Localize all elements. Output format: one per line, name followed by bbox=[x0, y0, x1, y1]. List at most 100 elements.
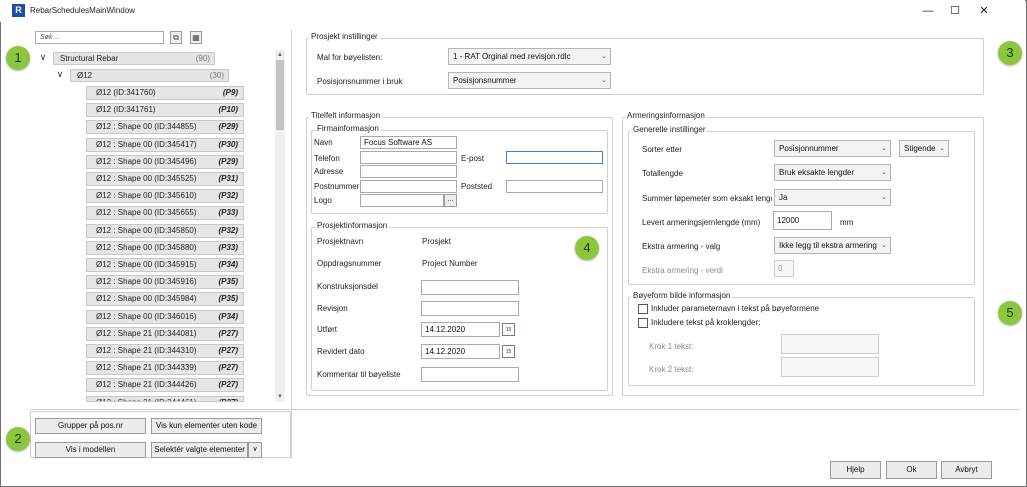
panel-divider[interactable] bbox=[291, 30, 292, 458]
tree-item[interactable]: Ø12 : Shape 00 (ID:345880) (P33) bbox=[86, 240, 244, 255]
tree-item-label: Ø12 : Shape 00 (ID:345880) bbox=[96, 242, 197, 252]
tree-item[interactable]: Ø12 : Shape 00 (ID:345850) (P32) bbox=[86, 223, 244, 238]
hook2-input[interactable] bbox=[781, 357, 879, 377]
group-by-pos-button[interactable]: Grupper på pos.nr bbox=[35, 418, 146, 434]
tree-item-pos-number: (P33) bbox=[218, 208, 238, 218]
construction-input[interactable] bbox=[421, 280, 519, 295]
show-without-code-button[interactable]: Vis kun elementer uten kode bbox=[151, 418, 262, 434]
close-button[interactable]: ✕ bbox=[972, 2, 996, 20]
show-in-model-button[interactable]: Vis i modellen bbox=[35, 442, 146, 458]
tree-group-count: (30) bbox=[209, 71, 224, 80]
assignment-value: Project Number bbox=[422, 259, 478, 268]
tree-item[interactable]: Ø12 (ID:341761) (P10) bbox=[86, 103, 244, 118]
template-value: 1 - RAT Orginal med revisjon.rdlc bbox=[453, 52, 571, 61]
revision-input[interactable] bbox=[421, 301, 519, 316]
browse-logo-button[interactable]: ... bbox=[444, 194, 457, 207]
tree-root-node[interactable]: Structural Rebar (90) bbox=[53, 52, 215, 65]
grid-icon[interactable]: ▦ bbox=[190, 31, 202, 44]
cancel-button[interactable]: Avbryt bbox=[941, 461, 992, 479]
sort-direction-combo[interactable]: Stigende ⌄ bbox=[899, 140, 949, 157]
copy-icon[interactable]: ⧉ bbox=[170, 31, 182, 44]
tree-item[interactable]: Ø12 : Shape 00 (ID:346016) (P34) bbox=[86, 309, 244, 324]
tree-item-label: Ø12 : Shape 21 (ID:344461) bbox=[96, 398, 197, 401]
extra-rebar-combo[interactable]: Ikke legg til ekstra armering ⌄ bbox=[774, 237, 891, 254]
tree-item-label: Ø12 : Shape 00 (ID:345915) bbox=[96, 260, 197, 269]
chevron-down-icon[interactable]: ∨ bbox=[38, 52, 48, 63]
comment-input[interactable] bbox=[421, 367, 519, 382]
tree-item[interactable]: Ø12 : Shape 00 (ID:345525) (P31) bbox=[86, 172, 244, 186]
general-settings-legend: Generelle instillinger bbox=[631, 125, 708, 134]
annotation-badge-3: 3 bbox=[998, 41, 1022, 65]
scroll-up-icon[interactable]: ▲ bbox=[275, 50, 285, 60]
address-label: Adresse bbox=[314, 167, 344, 176]
hook1-input[interactable] bbox=[781, 334, 879, 354]
chevron-down-icon[interactable]: ∨ bbox=[55, 69, 65, 80]
tree-item[interactable]: Ø12 : Shape 00 (ID:345496) (P29) bbox=[86, 154, 244, 169]
include-hook-text-checkbox[interactable] bbox=[638, 318, 648, 328]
sort-combo[interactable]: Posisjonnummer ⌄ bbox=[774, 140, 891, 157]
zip-input[interactable] bbox=[360, 180, 457, 193]
include-param-names-checkbox[interactable] bbox=[638, 304, 648, 314]
template-combo[interactable]: 1 - RAT Orginal med revisjon.rdlc ⌄ bbox=[448, 48, 611, 65]
extra-value-input[interactable]: 0 bbox=[774, 260, 794, 277]
tree-item[interactable]: Ø12 : Shape 00 (ID:345417) (P30) bbox=[86, 137, 244, 152]
tree-item[interactable]: Ø12 : Shape 00 (ID:345610) (P32) bbox=[86, 189, 244, 204]
logo-label: Logo bbox=[314, 196, 332, 205]
sum-value: Ja bbox=[779, 193, 788, 202]
logo-input[interactable] bbox=[360, 194, 444, 207]
maximize-button[interactable]: ☐ bbox=[943, 2, 967, 20]
tree-root-label: Structural Rebar bbox=[60, 54, 119, 63]
rebar-info-legend: Armeringsinformasjon bbox=[625, 111, 707, 120]
address-input[interactable] bbox=[360, 165, 457, 178]
tree-item[interactable]: Ø12 : Shape 00 (ID:344855) (P29) bbox=[86, 120, 244, 135]
tree-item[interactable]: Ø12 : Shape 00 (ID:345915) (P34) bbox=[86, 258, 244, 272]
delivered-length-input[interactable]: 12000 bbox=[773, 211, 832, 230]
tree-item-label: Ø12 : Shape 21 (ID:344081) bbox=[96, 328, 197, 338]
tree-scroll-thumb[interactable] bbox=[276, 60, 284, 130]
tree-item[interactable]: Ø12 (ID:341760) (P9) bbox=[86, 86, 244, 100]
ok-button[interactable]: Ok bbox=[886, 461, 937, 479]
tree-group-node[interactable]: Ø12 (30) bbox=[70, 69, 229, 82]
sum-combo[interactable]: Ja ⌄ bbox=[774, 189, 891, 206]
chevron-down-icon[interactable]: ∨ bbox=[248, 442, 262, 458]
tree-item-label: Ø12 : Shape 00 (ID:345417) bbox=[96, 139, 197, 149]
done-date-input[interactable]: 14.12.2020 bbox=[421, 322, 500, 337]
tree-item-label: Ø12 : Shape 00 (ID:345850) bbox=[96, 225, 197, 235]
template-label: Mal for bøyelisten: bbox=[317, 53, 383, 62]
tree-item[interactable]: Ø12 : Shape 21 (ID:344461) (P27) bbox=[86, 395, 244, 402]
tree-item[interactable]: Ø12 : Shape 00 (ID:345984) (P35) bbox=[86, 292, 244, 307]
tree-item-pos-number: (P27) bbox=[218, 380, 238, 390]
city-input[interactable] bbox=[506, 180, 603, 193]
tree-item[interactable]: Ø12 : Shape 21 (ID:344081) (P27) bbox=[86, 326, 244, 341]
email-label: E-post bbox=[461, 154, 485, 163]
revised-date-input[interactable]: 14.12.2020 bbox=[421, 344, 500, 359]
phone-input[interactable] bbox=[360, 151, 457, 164]
company-name-input[interactable]: Focus Software AS bbox=[360, 136, 457, 149]
tree-item[interactable]: Ø12 : Shape 00 (ID:345916) (P35) bbox=[86, 275, 244, 290]
tree-item-pos-number: (P32) bbox=[218, 225, 238, 235]
construction-label: Konstruksjonsdel bbox=[317, 282, 378, 291]
city-label: Poststed bbox=[461, 182, 493, 191]
calendar-icon[interactable]: 15 bbox=[502, 323, 515, 336]
chevron-down-icon: ⌄ bbox=[939, 145, 945, 152]
project-info-legend: Prosjektinformasjon bbox=[315, 221, 390, 230]
tree-item-label: Ø12 : Shape 00 (ID:345525) bbox=[96, 174, 197, 183]
search-input[interactable]: Søk ... bbox=[35, 31, 164, 44]
hook1-label: Krok 1 tekst: bbox=[649, 342, 694, 351]
footer-divider bbox=[30, 409, 1020, 410]
tree-item[interactable]: Ø12 : Shape 21 (ID:344339) (P27) bbox=[86, 361, 244, 376]
tree-item[interactable]: Ø12 : Shape 21 (ID:344310) (P27) bbox=[86, 344, 244, 358]
email-input[interactable] bbox=[506, 151, 603, 164]
posnum-combo[interactable]: Posisjonsnummer ⌄ bbox=[448, 72, 611, 89]
help-button[interactable]: Hjelp bbox=[830, 461, 881, 479]
total-length-combo[interactable]: Bruk eksakte lengder ⌄ bbox=[774, 164, 891, 181]
minimize-button[interactable]: — bbox=[916, 2, 940, 20]
tree-item[interactable]: Ø12 : Shape 21 (ID:344426) (P27) bbox=[86, 378, 244, 393]
calendar-icon[interactable]: 15 bbox=[502, 345, 515, 358]
tree-item[interactable]: Ø12 : Shape 00 (ID:345655) (P33) bbox=[86, 206, 244, 221]
select-chosen-button[interactable]: Selektér valgte elementer bbox=[151, 442, 248, 458]
tree-item-pos-number: (P29) bbox=[218, 122, 238, 132]
scroll-down-icon[interactable]: ▼ bbox=[275, 392, 285, 402]
tree-item-label: Ø12 : Shape 21 (ID:344426) bbox=[96, 380, 197, 390]
tree-item-label: Ø12 : Shape 00 (ID:345655) bbox=[96, 208, 197, 218]
